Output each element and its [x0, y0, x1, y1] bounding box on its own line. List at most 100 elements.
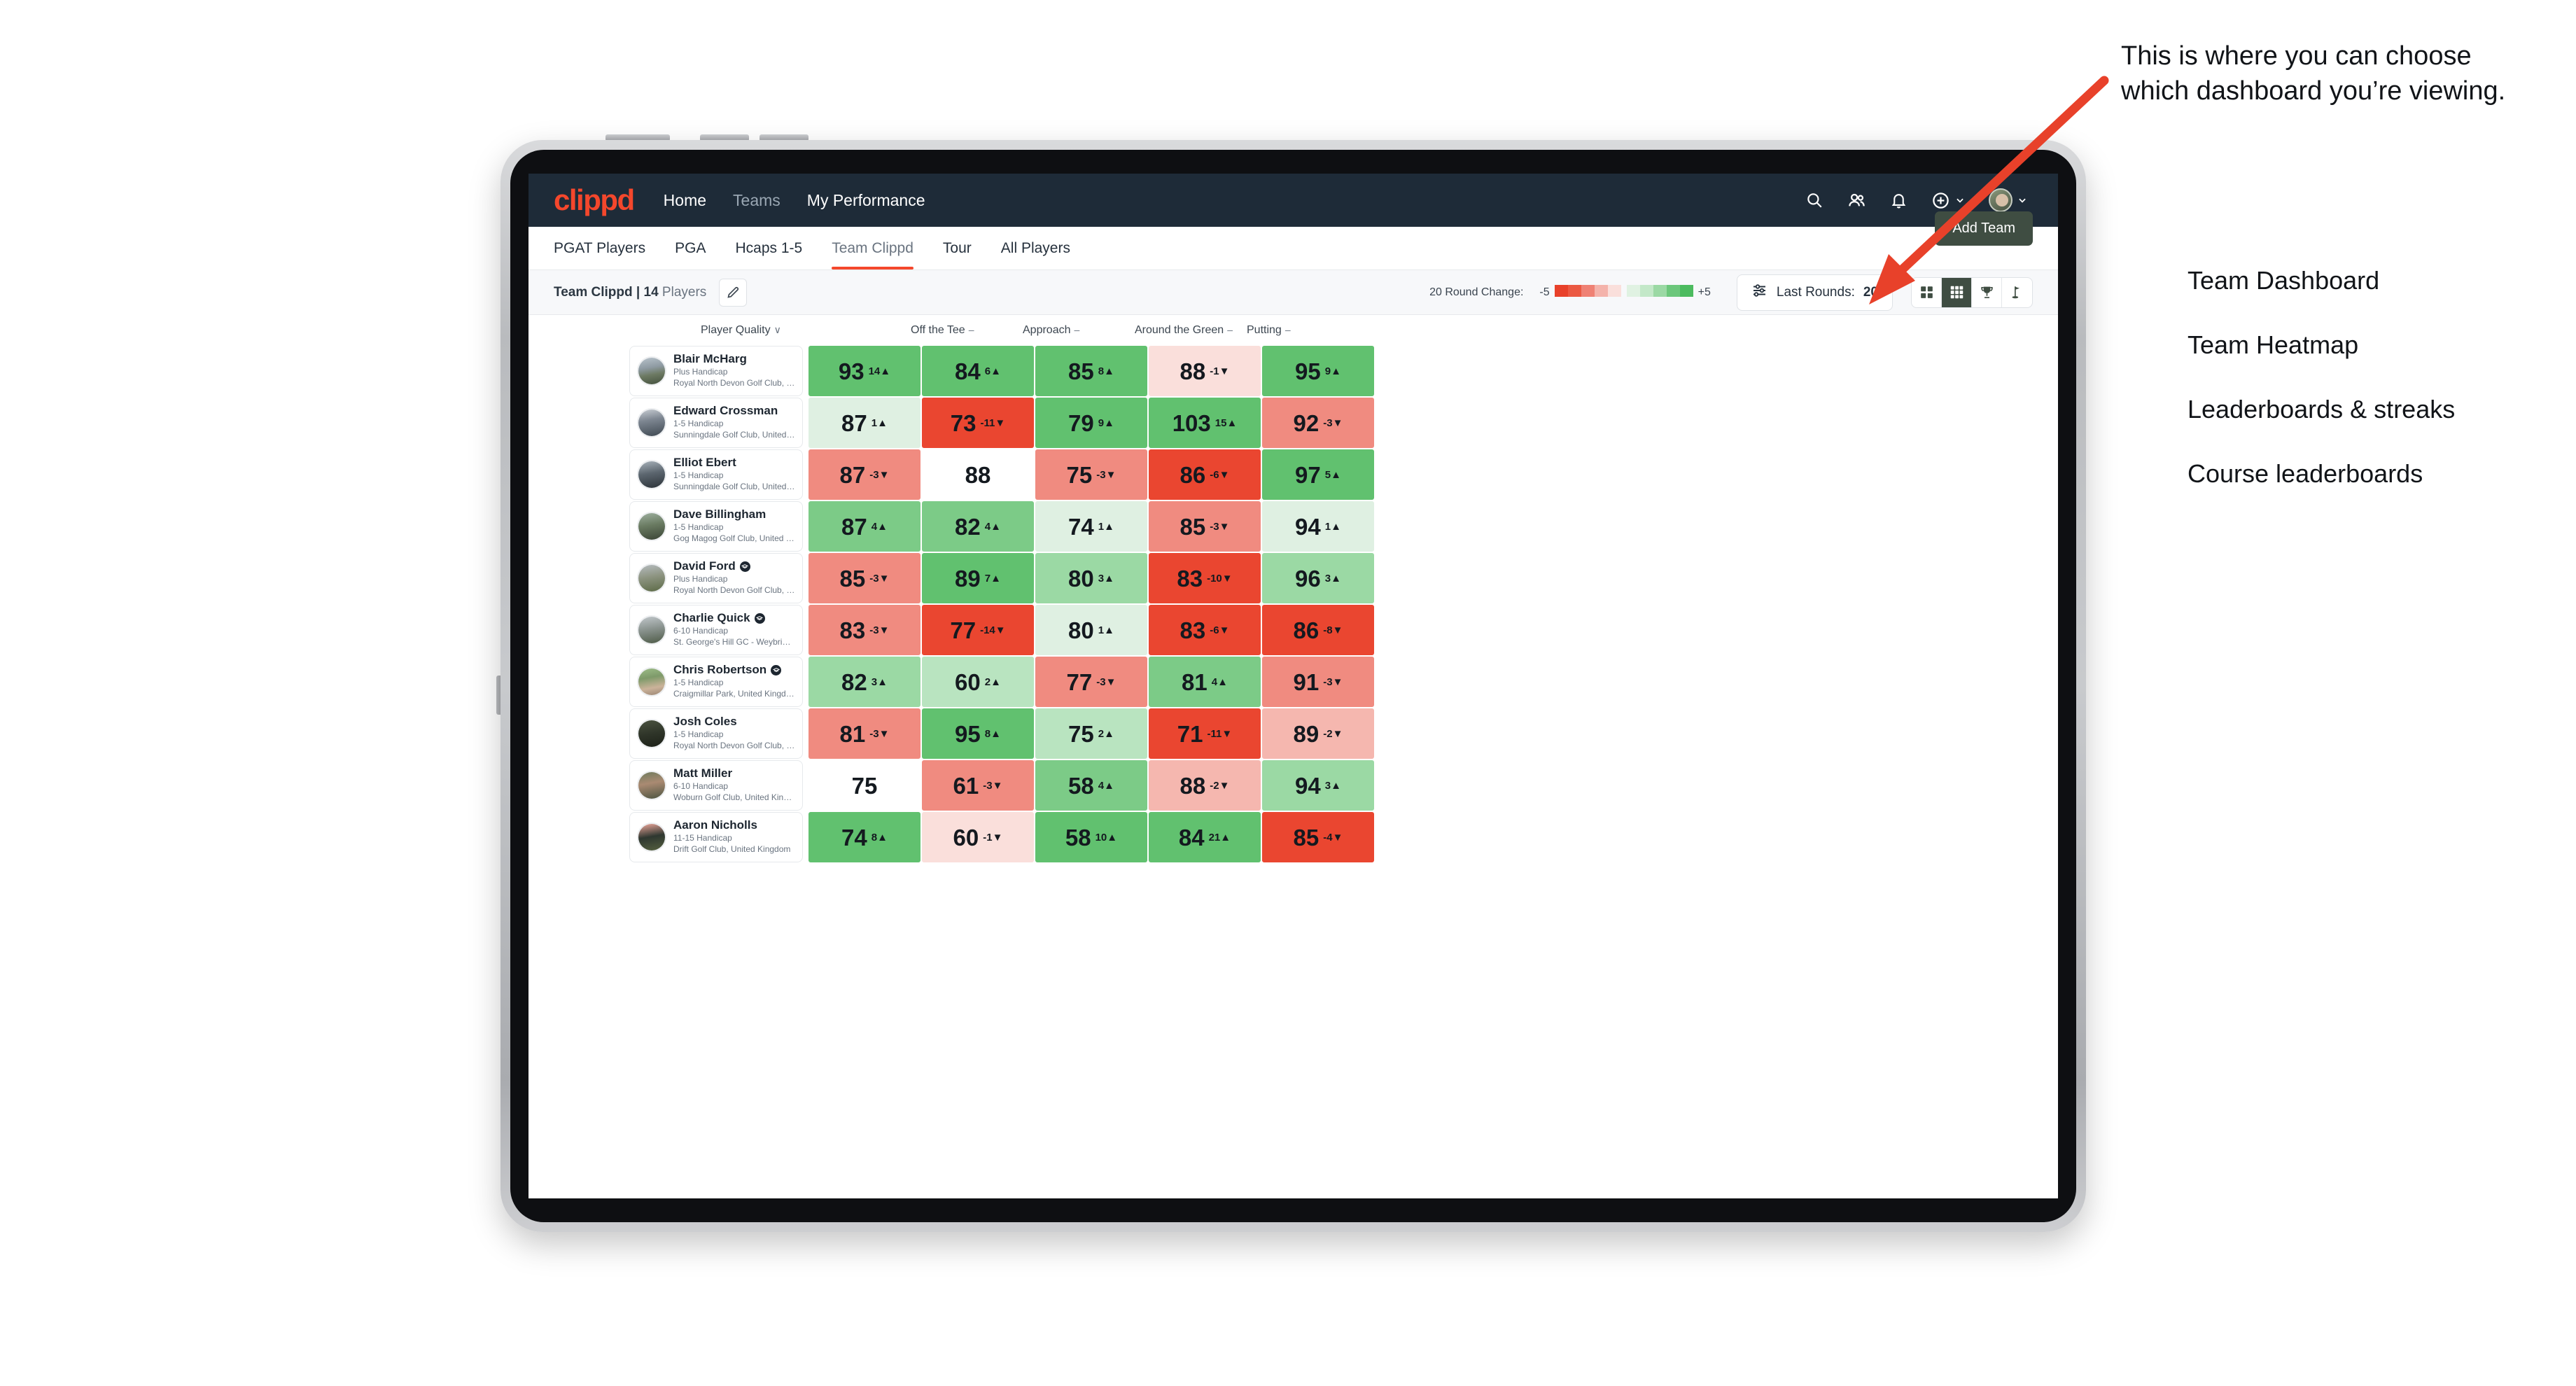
- option-team-dashboard: Team Dashboard: [2188, 266, 2380, 295]
- player-card[interactable]: Aaron Nicholls 11-15 Handicap Drift Golf C…: [629, 812, 803, 862]
- table-row[interactable]: David Ford Plus Handicap Royal North Devon…: [528, 553, 2058, 603]
- metric-cell[interactable]: 84 6▲: [922, 346, 1034, 396]
- search-icon[interactable]: [1805, 191, 1823, 209]
- metric-cell[interactable]: 75: [808, 760, 920, 811]
- nav-item-my-performance[interactable]: My Performance: [807, 191, 925, 210]
- verified-badge-icon: [739, 561, 750, 573]
- metric-cell[interactable]: 85 -3▼: [808, 553, 920, 603]
- metric-cell[interactable]: 94 3▲: [1262, 760, 1374, 811]
- column-header-off-the-tee[interactable]: Off the Tee –: [901, 324, 1013, 337]
- player-card[interactable]: Dave Billingham 1-5 Handicap Gog Magog Gol…: [629, 501, 803, 552]
- metric-cell[interactable]: 94 1▲: [1262, 501, 1374, 552]
- table-row[interactable]: Charlie Quick 6-10 Handicap St. George's H…: [528, 605, 2058, 655]
- metric-cell[interactable]: 96 3▲: [1262, 553, 1374, 603]
- column-header-player-quality[interactable]: Player Quality ∨: [691, 324, 901, 337]
- metric-cell[interactable]: 80 1▲: [1035, 605, 1147, 655]
- metric-delta: -1▼: [983, 831, 1003, 844]
- player-info: Edward Crossman 1-5 Handicap Sunningdale G…: [673, 405, 795, 440]
- table-row[interactable]: Elliot Ebert 1-5 Handicap Sunningdale Golf…: [528, 449, 2058, 500]
- metric-cell[interactable]: 91 -3▼: [1262, 657, 1374, 707]
- column-header-around-the-green[interactable]: Around the Green –: [1125, 324, 1237, 337]
- player-card[interactable]: Edward Crossman 1-5 Handicap Sunningdale G…: [629, 398, 803, 448]
- tab-team-clippd[interactable]: Team Clippd: [832, 227, 913, 270]
- player-club: Royal North Devon Golf Club, United King…: [673, 378, 795, 388]
- metric-cell[interactable]: 85 -3▼: [1149, 501, 1261, 552]
- metric-cell[interactable]: 83 -10▼: [1149, 553, 1261, 603]
- metric-delta: -3▼: [1210, 520, 1230, 533]
- player-card[interactable]: Elliot Ebert 1-5 Handicap Sunningdale Golf…: [629, 449, 803, 500]
- metric-cell[interactable]: 95 8▲: [922, 708, 1034, 759]
- metric-cell[interactable]: 80 3▲: [1035, 553, 1147, 603]
- metric-cell[interactable]: 83 -3▼: [808, 605, 920, 655]
- table-row[interactable]: Matt Miller 6-10 Handicap Woburn Golf Club…: [528, 760, 2058, 811]
- player-card[interactable]: Chris Robertson 1-5 Handicap Craigmillar P…: [629, 657, 803, 707]
- player-card[interactable]: Matt Miller 6-10 Handicap Woburn Golf Club…: [629, 760, 803, 811]
- pencil-icon[interactable]: [719, 278, 748, 307]
- column-header-putting[interactable]: Putting –: [1237, 324, 1349, 337]
- metric-cell[interactable]: 93 14▲: [808, 346, 920, 396]
- metric-cell[interactable]: 60 2▲: [922, 657, 1034, 707]
- metric-cell[interactable]: 81 -3▼: [808, 708, 920, 759]
- table-row[interactable]: Edward Crossman 1-5 Handicap Sunningdale G…: [528, 398, 2058, 448]
- tab-all-players[interactable]: All Players: [1001, 227, 1070, 270]
- metric-cell[interactable]: 97 5▲: [1262, 449, 1374, 500]
- metric-cell[interactable]: 74 1▲: [1035, 501, 1147, 552]
- player-card[interactable]: David Ford Plus Handicap Royal North Devon…: [629, 553, 803, 603]
- metric-cell[interactable]: 61 -3▼: [922, 760, 1034, 811]
- table-row[interactable]: Dave Billingham 1-5 Handicap Gog Magog Gol…: [528, 501, 2058, 552]
- metric-cell[interactable]: 77 -3▼: [1035, 657, 1147, 707]
- metric-cell[interactable]: 87 1▲: [808, 398, 920, 448]
- nav-item-home[interactable]: Home: [664, 191, 706, 210]
- player-avatar: [637, 719, 666, 748]
- metric-cell[interactable]: 58 10▲: [1035, 812, 1147, 862]
- metric-cell[interactable]: 92 -3▼: [1262, 398, 1374, 448]
- table-row[interactable]: Blair McHarg Plus Handicap Royal North Dev…: [528, 346, 2058, 396]
- metric-cell[interactable]: 103 15▲: [1149, 398, 1261, 448]
- metric-cell[interactable]: 81 4▲: [1149, 657, 1261, 707]
- metric-cell[interactable]: 85 8▲: [1035, 346, 1147, 396]
- metric-cell[interactable]: 60 -1▼: [922, 812, 1034, 862]
- metric-cell[interactable]: 86 -8▼: [1262, 605, 1374, 655]
- tab-hcaps-1-5[interactable]: Hcaps 1-5: [735, 227, 802, 270]
- nav-item-teams[interactable]: Teams: [733, 191, 780, 210]
- player-handicap: 6-10 Handicap: [673, 626, 729, 636]
- player-card[interactable]: Josh Coles 1-5 Handicap Royal North Devon …: [629, 708, 803, 759]
- metric-cell[interactable]: 88 -2▼: [1149, 760, 1261, 811]
- metric-cell[interactable]: 88 -1▼: [1149, 346, 1261, 396]
- tab-tour[interactable]: Tour: [943, 227, 972, 270]
- metric-cell[interactable]: 87 -3▼: [808, 449, 920, 500]
- metric-cell[interactable]: 75 -3▼: [1035, 449, 1147, 500]
- metric-cell[interactable]: 84 21▲: [1149, 812, 1261, 862]
- metric-cell[interactable]: 82 4▲: [922, 501, 1034, 552]
- player-name: Dave Billingham: [673, 507, 766, 522]
- table-row[interactable]: Chris Robertson 1-5 Handicap Craigmillar P…: [528, 657, 2058, 707]
- metric-cell[interactable]: 82 3▲: [808, 657, 920, 707]
- metric-cell[interactable]: 71 -11▼: [1149, 708, 1261, 759]
- metric-cell[interactable]: 89 7▲: [922, 553, 1034, 603]
- clippd-logo[interactable]: clippd: [554, 186, 635, 215]
- metric-cell[interactable]: 75 2▲: [1035, 708, 1147, 759]
- column-header-approach[interactable]: Approach –: [1013, 324, 1125, 337]
- metric-cell[interactable]: 77 -14▼: [922, 605, 1034, 655]
- player-card[interactable]: Blair McHarg Plus Handicap Royal North Dev…: [629, 346, 803, 396]
- legend-swatch-positive-1: [1639, 284, 1653, 297]
- metric-cell[interactable]: 58 4▲: [1035, 760, 1147, 811]
- tab-pga[interactable]: PGA: [675, 227, 706, 270]
- metric-cell[interactable]: 89 -2▼: [1262, 708, 1374, 759]
- metric-cell[interactable]: 79 9▲: [1035, 398, 1147, 448]
- metric-cell[interactable]: 95 9▲: [1262, 346, 1374, 396]
- table-row[interactable]: Josh Coles 1-5 Handicap Royal North Devon …: [528, 708, 2058, 759]
- metric-value: 87: [839, 461, 866, 488]
- metric-cell[interactable]: 83 -6▼: [1149, 605, 1261, 655]
- metric-cell[interactable]: 88: [922, 449, 1034, 500]
- tab-pgat-players[interactable]: PGAT Players: [554, 227, 645, 270]
- table-row[interactable]: Aaron Nicholls 11-15 Handicap Drift Golf C…: [528, 812, 2058, 862]
- dashboard-options-list: Team Dashboard Team Heatmap Leaderboards…: [2188, 266, 2576, 524]
- metric-cell[interactable]: 86 -6▼: [1149, 449, 1261, 500]
- metric-cell[interactable]: 74 8▲: [808, 812, 920, 862]
- metric-cell[interactable]: 73 -11▼: [922, 398, 1034, 448]
- metric-cell[interactable]: 87 4▲: [808, 501, 920, 552]
- player-card[interactable]: Charlie Quick 6-10 Handicap St. George's H…: [629, 605, 803, 655]
- metric-cell[interactable]: 85 -4▼: [1262, 812, 1374, 862]
- player-handicap: 1-5 Handicap: [673, 522, 724, 533]
